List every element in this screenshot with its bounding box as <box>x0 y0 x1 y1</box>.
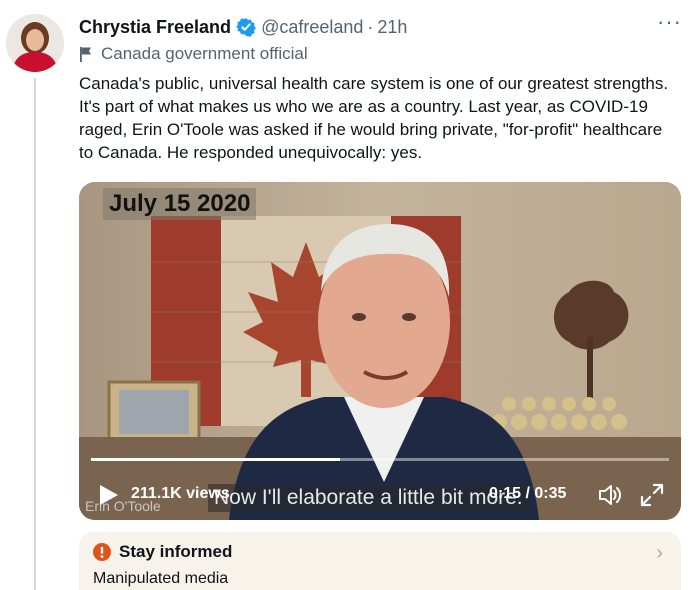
video-player[interactable]: July 15 2020 Erin O'Toole Now I'll elabo… <box>79 182 681 520</box>
play-icon[interactable] <box>95 482 121 508</box>
stay-informed-notice[interactable]: Stay informed Manipulated media › <box>79 532 681 590</box>
government-label[interactable]: Canada government official <box>79 44 308 64</box>
flag-icon <box>80 47 91 62</box>
author-handle[interactable]: @cafreeland <box>261 17 363 38</box>
thread-line <box>34 78 36 590</box>
video-progress-fill <box>91 458 340 461</box>
fullscreen-icon[interactable] <box>639 482 665 508</box>
chevron-right-icon[interactable]: › <box>656 542 663 565</box>
tweet-text: Canada's public, universal health care s… <box>79 74 669 162</box>
video-timecode: 0:15 / 0:35 <box>489 485 567 502</box>
view-count: 211.1K views <box>131 485 230 502</box>
government-label-text: Canada government official <box>101 44 308 63</box>
more-icon[interactable]: ··· <box>657 11 682 33</box>
notice-subtitle: Manipulated media <box>93 570 229 587</box>
volume-icon[interactable] <box>597 482 623 508</box>
verified-badge-icon <box>236 18 256 37</box>
notice-title-row: Stay informed <box>93 542 232 562</box>
separator-dot: · <box>367 16 374 37</box>
video-caption: Now I'll elaborate a little bit more. <box>208 484 529 512</box>
avatar[interactable] <box>6 14 64 72</box>
video-frame <box>79 182 681 520</box>
alert-icon <box>93 543 111 561</box>
author-name[interactable]: Chrystia Freeland <box>79 17 231 38</box>
notice-title: Stay informed <box>119 542 233 561</box>
tweet-header: Chrystia Freeland @cafreeland · 21h <box>79 12 407 42</box>
video-date-overlay: July 15 2020 <box>103 188 257 220</box>
timestamp[interactable]: 21h <box>377 17 407 38</box>
video-progress-bar[interactable] <box>91 458 669 461</box>
